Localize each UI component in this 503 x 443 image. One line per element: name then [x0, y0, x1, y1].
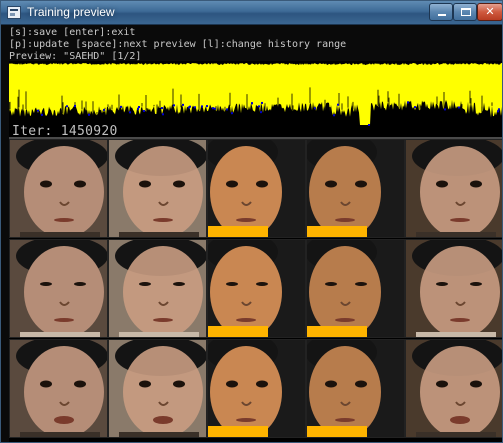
face-image [208, 240, 305, 337]
dst-loss-mark [368, 124, 370, 126]
dst-loss-mark [226, 108, 228, 111]
maximize-icon [461, 8, 471, 16]
preview-tile-swapped [405, 139, 502, 238]
face-image [10, 340, 107, 437]
dst-loss-mark [138, 106, 140, 109]
dst-loss-mark [498, 108, 500, 111]
app-window-icon [7, 6, 21, 19]
face-image [406, 140, 502, 237]
face-image [109, 140, 206, 237]
dst-loss-mark [162, 113, 164, 116]
dst-loss-mark [258, 105, 260, 108]
dst-loss-mark [143, 110, 145, 113]
iteration-bar: Iter: 1450920 [9, 124, 502, 139]
preview-tile-src [9, 339, 108, 438]
window-title: Training preview [27, 5, 115, 19]
dst-loss-mark [260, 111, 262, 114]
dst-loss-mark [66, 105, 68, 108]
dst-loss-mark [314, 107, 316, 110]
face-image [307, 340, 404, 437]
preview-grid [9, 139, 502, 442]
help-console: [s]:save [enter]:exit [p]:update [space]… [9, 27, 502, 62]
title-bar[interactable]: Training preview ✕ [1, 1, 502, 25]
dst-loss-mark [444, 108, 446, 111]
dst-loss-mark [182, 103, 184, 106]
face-image [208, 340, 305, 437]
dst-loss-mark [497, 110, 499, 113]
dst-loss-mark [414, 106, 416, 109]
preview-tile-swapped [405, 239, 502, 338]
preview-tile-src [9, 239, 108, 338]
minimize-button[interactable] [429, 3, 453, 21]
dst-loss-mark [212, 107, 214, 110]
preview-tile-src-reconstructed [108, 239, 207, 338]
dst-loss-mark [333, 114, 335, 117]
preview-tile-src-reconstructed [108, 139, 207, 238]
loss-history-graph[interactable] [9, 61, 502, 128]
dst-loss-mark [231, 112, 233, 115]
dst-loss-mark [407, 101, 409, 104]
face-image [406, 340, 502, 437]
dst-loss-mark [214, 107, 216, 110]
dst-loss-mark [103, 108, 105, 111]
dst-loss-mark [188, 106, 190, 109]
training-preview-window: Training preview ✕ [s]:save [enter]:exit… [0, 0, 503, 443]
preview-tile-dst [207, 339, 306, 438]
maximize-button[interactable] [453, 3, 477, 21]
face-image [10, 140, 107, 237]
dst-loss-mark [173, 104, 175, 107]
face-image [307, 240, 404, 337]
dst-loss-mark [120, 105, 122, 108]
dst-loss-mark [194, 106, 196, 109]
dst-loss-mark [337, 103, 339, 106]
face-image [109, 340, 206, 437]
preview-tile-dst-reconstructed [306, 139, 405, 238]
dst-loss-mark [206, 105, 208, 108]
help-line-hotkeys: [s]:save [enter]:exit [9, 27, 136, 38]
face-image [10, 240, 107, 337]
dst-loss-mark [37, 109, 39, 112]
face-image [109, 240, 206, 337]
face-image [406, 240, 502, 337]
dst-loss-mark [458, 106, 460, 109]
close-button[interactable]: ✕ [477, 3, 502, 21]
face-image [208, 140, 305, 237]
face-image [307, 140, 404, 237]
loss-history-plot [9, 63, 502, 126]
dst-loss-mark [88, 113, 90, 116]
dst-loss-mark [41, 113, 43, 116]
dst-loss-mark [161, 107, 163, 110]
preview-tile-dst [207, 239, 306, 338]
preview-tile-src [9, 139, 108, 238]
preview-tile-dst [207, 139, 306, 238]
dst-loss-mark [251, 102, 253, 105]
help-line-controls: [p]:update [space]:next preview [l]:chan… [9, 39, 347, 50]
src-loss-area [9, 63, 502, 125]
dst-loss-mark [201, 105, 203, 108]
dst-loss-mark [74, 104, 76, 107]
dst-loss-mark [137, 108, 139, 111]
preview-tile-dst-reconstructed [306, 239, 405, 338]
minimize-icon [438, 14, 446, 16]
close-icon: ✕ [485, 5, 495, 18]
dst-loss-mark [129, 111, 131, 114]
preview-tile-swapped [405, 339, 502, 438]
dst-loss-mark [261, 101, 263, 104]
preview-tile-src-reconstructed [108, 339, 207, 438]
preview-tile-dst-reconstructed [306, 339, 405, 438]
